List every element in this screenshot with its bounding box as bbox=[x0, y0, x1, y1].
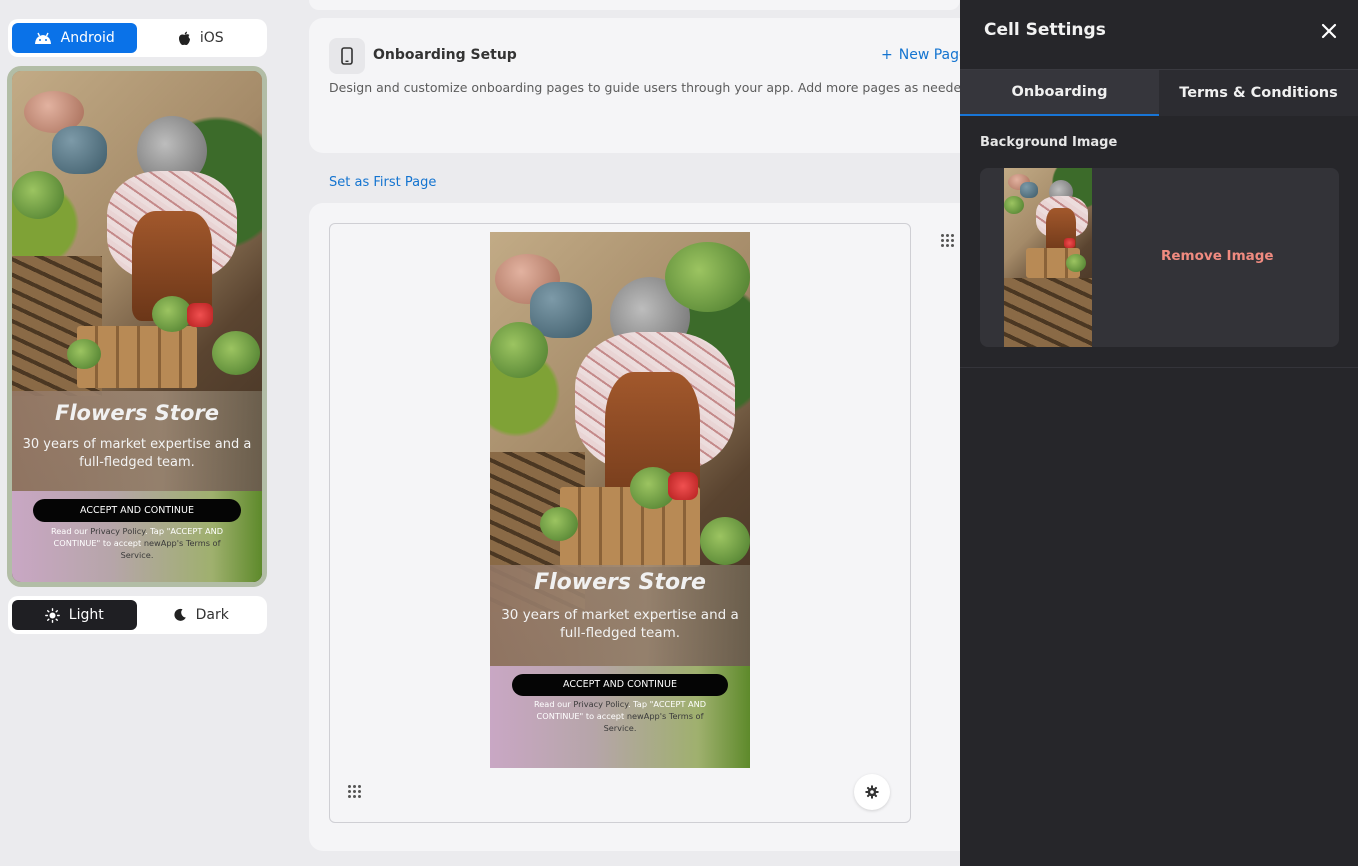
light-theme-button[interactable]: Light bbox=[12, 600, 137, 630]
android-icon bbox=[34, 32, 51, 44]
moon-icon bbox=[174, 608, 186, 621]
accept-continue-button[interactable]: ACCEPT AND CONTINUE bbox=[512, 674, 728, 696]
gear-icon bbox=[865, 785, 879, 799]
legal-text: Read our Privacy Policy. Tap "ACCEPT AND… bbox=[37, 526, 237, 562]
section-divider bbox=[960, 367, 1358, 368]
background-image-box: Remove Image bbox=[980, 168, 1339, 347]
privacy-policy-link[interactable]: Privacy Policy bbox=[90, 526, 145, 536]
previous-card-edge bbox=[309, 0, 960, 10]
accept-continue-button[interactable]: ACCEPT AND CONTINUE bbox=[33, 499, 241, 522]
onboarding-subtitle: 30 years of market expertise and a full-… bbox=[501, 607, 739, 642]
tab-terms-conditions[interactable]: Terms & Conditions bbox=[1159, 70, 1358, 116]
settings-tabs: Onboarding Terms & Conditions bbox=[960, 70, 1358, 116]
new-page-label: New Page bbox=[898, 47, 968, 63]
page-preview-frame: Flowers Store 30 years of market experti… bbox=[329, 223, 911, 823]
panel-title: Cell Settings bbox=[984, 20, 1106, 40]
new-page-button[interactable]: + New Page bbox=[881, 47, 968, 63]
drag-handle-icon[interactable] bbox=[348, 785, 361, 798]
set-first-page-link[interactable]: Set as First Page bbox=[329, 175, 436, 190]
ios-button[interactable]: iOS bbox=[139, 23, 264, 53]
background-image-label: Background Image bbox=[980, 135, 1118, 150]
dark-label: Dark bbox=[195, 607, 229, 623]
onboarding-setup-card: Onboarding Setup + New Page Design and cu… bbox=[309, 18, 974, 153]
android-label: Android bbox=[60, 30, 115, 46]
apple-icon bbox=[178, 31, 190, 45]
ios-label: iOS bbox=[199, 30, 224, 46]
page-settings-button[interactable] bbox=[854, 774, 890, 810]
theme-toggle: Light Dark bbox=[8, 596, 267, 634]
onboarding-title: Flowers Store bbox=[534, 570, 706, 595]
setup-description: Design and customize onboarding pages to… bbox=[329, 80, 975, 95]
reorder-handle-icon[interactable] bbox=[941, 234, 954, 247]
legal-read: Read our bbox=[50, 526, 88, 536]
remove-image-button[interactable]: Remove Image bbox=[1161, 248, 1274, 264]
page-editor-card: Flowers Store 30 years of market experti… bbox=[309, 203, 960, 851]
platform-toggle: Android iOS bbox=[8, 19, 267, 57]
privacy-policy-link[interactable]: Privacy Policy bbox=[573, 699, 628, 709]
close-icon[interactable] bbox=[1318, 20, 1340, 42]
onboarding-page-preview[interactable]: Flowers Store 30 years of market experti… bbox=[490, 232, 750, 768]
legal-text: Read our Privacy Policy. Tap "ACCEPT AND… bbox=[520, 699, 720, 735]
sun-icon bbox=[44, 607, 60, 623]
tab-onboarding[interactable]: Onboarding bbox=[960, 70, 1159, 116]
onboarding-subtitle: 30 years of market expertise and a full-… bbox=[22, 437, 252, 470]
onboarding-title: Flowers Store bbox=[55, 401, 219, 425]
phone-mockup: Flowers Store 30 years of market experti… bbox=[7, 66, 267, 587]
background-image-thumbnail bbox=[1004, 168, 1092, 347]
dark-theme-button[interactable]: Dark bbox=[139, 600, 264, 630]
cell-settings-panel: Cell Settings Onboarding Terms & Conditi… bbox=[960, 0, 1358, 866]
plus-icon: + bbox=[881, 47, 893, 63]
legal-read: Read our bbox=[533, 699, 571, 709]
setup-title: Onboarding Setup bbox=[373, 47, 517, 63]
phone-icon bbox=[329, 38, 365, 74]
panel-header: Cell Settings bbox=[960, 0, 1358, 70]
android-button[interactable]: Android bbox=[12, 23, 137, 53]
light-label: Light bbox=[68, 607, 104, 623]
